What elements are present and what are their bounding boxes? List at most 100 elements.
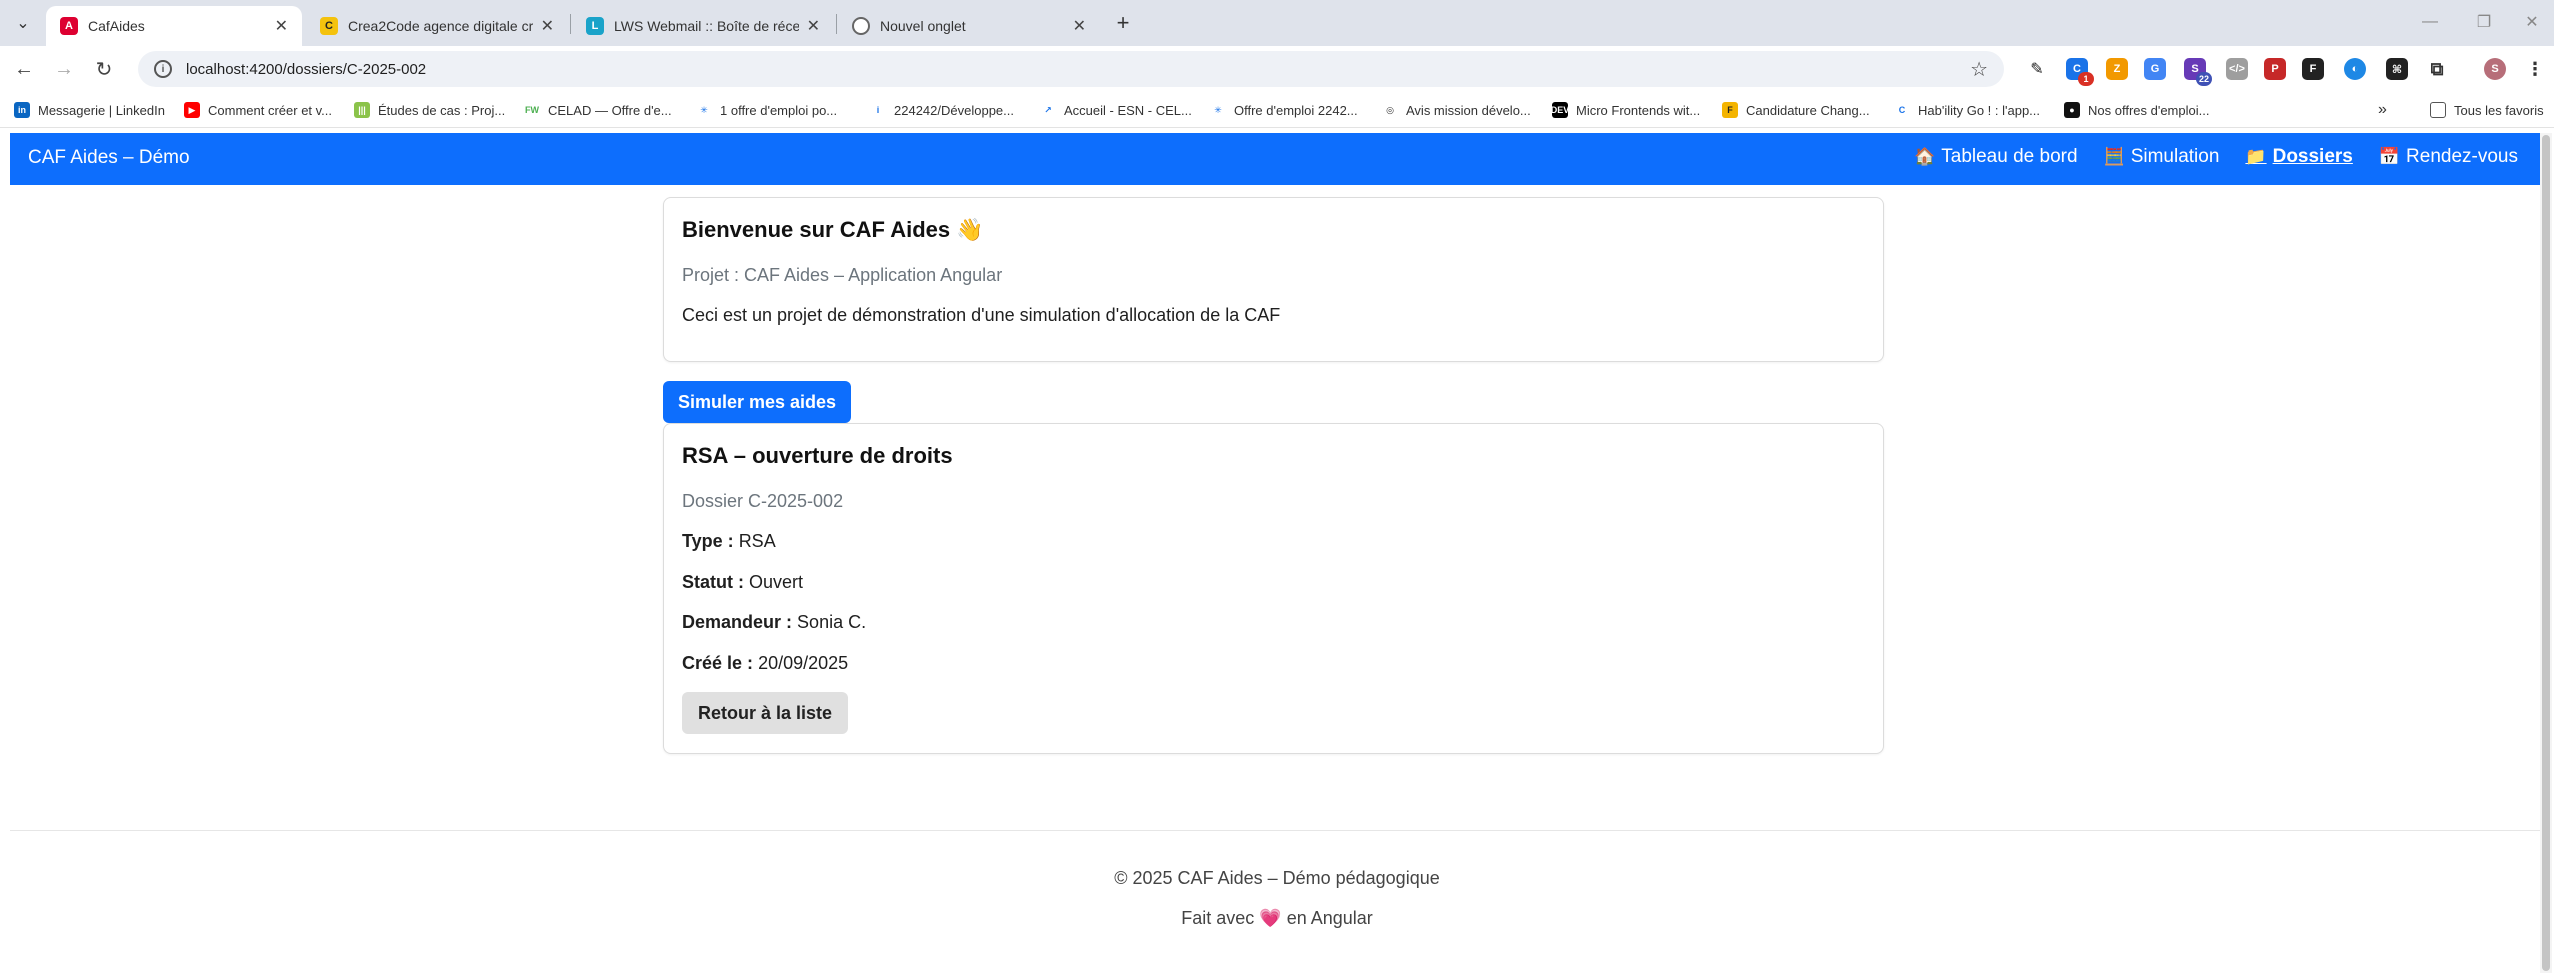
nav-link-tableau-de-bord[interactable]: 🏠 Tableau de bord	[1914, 146, 2077, 168]
footer-copyright: © 2025 CAF Aides – Démo pédagogique	[1114, 868, 1440, 888]
app-brand[interactable]: CAF Aides – Démo	[28, 147, 190, 169]
dossier-detail-card: RSA – ouverture de droits Dossier C-2025…	[663, 423, 1884, 754]
figma-extension-icon[interactable]: F	[2302, 58, 2324, 80]
browser-tab-bar: ⌄ A CafAides ✕ C Crea2Code agence digita…	[0, 0, 2554, 46]
footer-made-with: Fait avec 💗 en Angular	[0, 908, 2554, 929]
bookmark-label: Comment créer et v...	[208, 102, 333, 118]
close-tab-icon[interactable]: ✕	[1073, 16, 1086, 36]
bookmark-item[interactable]: ✳ Offre d'emploi 2242...	[1210, 100, 1358, 120]
extension-badge: 22	[2195, 72, 2212, 86]
tab-new-tab[interactable]: Nouvel onglet ✕	[838, 6, 1100, 46]
bookmark-item[interactable]: ◎ Avis mission dévelo...	[1382, 100, 1531, 120]
dossier-status: Statut : Ouvert	[682, 572, 803, 593]
crea2code-icon: C	[320, 17, 338, 35]
eyedropper-extension-icon[interactable]: ✎	[2026, 58, 2048, 80]
bookmark-item[interactable]: ▶ Comment créer et v...	[184, 100, 332, 120]
extension-icon[interactable]: ◐	[2344, 58, 2366, 80]
tab-lws-webmail[interactable]: L LWS Webmail :: Boîte de récept ✕	[572, 6, 834, 46]
bookmark-item[interactable]: ● Nos offres d'emploi...	[2064, 100, 2209, 120]
tab-search-chevron-icon[interactable]: ⌄	[10, 10, 36, 36]
house-icon: 🏠	[1914, 147, 1936, 166]
bookmark-item[interactable]: ↗ Accueil - ESN - CEL...	[1040, 100, 1192, 120]
close-tab-icon[interactable]: ✕	[541, 16, 554, 36]
extensions-puzzle-icon[interactable]: ⧉	[2426, 58, 2448, 80]
extension-icon[interactable]: </>	[2226, 58, 2248, 80]
bookmark-item[interactable]: ||| Études de cas : Proj...	[354, 100, 505, 120]
folder-icon	[2430, 102, 2446, 118]
nav-label: Rendez-vous	[2406, 146, 2518, 167]
nav-link-simulation[interactable]: 🧮 Simulation	[2104, 146, 2220, 168]
bookmark-item[interactable]: FW CELAD — Offre d'e...	[524, 100, 672, 120]
tab-title: Crea2Code agence digitale crée	[348, 18, 533, 34]
bookmark-item[interactable]: ✳ 1 offre d'emploi po...	[696, 100, 837, 120]
dossier-created: Créé le : 20/09/2025	[682, 653, 848, 674]
close-tab-icon[interactable]: ✕	[275, 16, 288, 36]
linkedin-icon: in	[14, 102, 30, 118]
close-window-icon[interactable]: ✕	[2512, 8, 2552, 36]
extension-icon[interactable]: Z	[2106, 58, 2128, 80]
bookmark-item[interactable]: in Messagerie | LinkedIn	[14, 100, 165, 120]
app-nav-links: 🏠 Tableau de bord 🧮 Simulation 📁 Dossier…	[1888, 146, 2518, 168]
tab-cafaides[interactable]: A CafAides ✕	[46, 6, 302, 46]
tab-separator	[570, 14, 571, 34]
page-scrollbar[interactable]	[2540, 133, 2552, 973]
abacus-icon: 🧮	[2103, 147, 2125, 166]
created-value: 20/09/2025	[758, 653, 849, 673]
forward-arrow-icon[interactable]: →	[50, 55, 78, 83]
bookmark-item[interactable]: DEV Micro Frontends wit...	[1551, 100, 1700, 120]
url-text[interactable]: localhost:4200/dossiers/C-2025-002	[186, 61, 426, 78]
bookmark-label: Tous les favoris	[2454, 102, 2544, 118]
browser-menu-icon[interactable]: ⋮	[2524, 58, 2546, 80]
all-bookmarks-folder[interactable]: Tous les favoris	[2430, 100, 2544, 120]
calendar-icon: 📅	[2378, 147, 2401, 166]
made-with-prefix: Fait avec	[1181, 908, 1255, 928]
back-to-list-button[interactable]: Retour à la liste	[682, 692, 848, 734]
bookmark-site-icon: ◎	[1382, 102, 1398, 118]
browser-toolbar: ← → ↻ i localhost:4200/dossiers/C-2025-0…	[0, 46, 2554, 92]
bookmark-label: Avis mission dévelo...	[1406, 102, 1531, 118]
scrollbar-thumb[interactable]	[2542, 135, 2550, 971]
bookmark-label: Messagerie | LinkedIn	[38, 102, 165, 118]
bookmark-label: Candidature Chang...	[1746, 102, 1870, 118]
tab-crea2code[interactable]: C Crea2Code agence digitale crée ✕	[306, 6, 568, 46]
angular-icon: A	[60, 17, 78, 35]
new-tab-plus-icon[interactable]: +	[1108, 8, 1138, 38]
bookmark-label: Nos offres d'emploi...	[2088, 102, 2210, 118]
bookmark-label: 224242/Développe...	[894, 102, 1014, 118]
back-arrow-icon[interactable]: ←	[10, 55, 38, 83]
extension-icon[interactable]: C1	[2066, 58, 2094, 86]
made-with-suffix: en Angular	[1286, 908, 1373, 928]
tab-title: Nouvel onglet	[880, 18, 966, 34]
address-bar[interactable]: i localhost:4200/dossiers/C-2025-002 ☆	[138, 51, 2004, 87]
simulate-button[interactable]: Simuler mes aides	[663, 381, 851, 423]
bookmark-item[interactable]: C Hab'ility Go ! : l'app...	[1894, 100, 2040, 120]
bookmark-star-icon[interactable]: ☆	[1970, 57, 1988, 82]
bookmark-label: Accueil - ESN - CEL...	[1064, 102, 1192, 118]
project-subtitle: Projet : CAF Aides – Application Angular	[682, 265, 1003, 285]
status-label: Statut :	[682, 572, 744, 592]
extension-icon[interactable]: S 22	[2184, 58, 2212, 86]
tab-title: CafAides	[88, 18, 145, 34]
restore-icon[interactable]: ❐	[2464, 8, 2504, 36]
nav-link-dossiers[interactable]: 📁 Dossiers	[2245, 146, 2352, 168]
close-tab-icon[interactable]: ✕	[807, 16, 820, 36]
minimize-icon[interactable]: —	[2410, 8, 2450, 36]
welcome-card: Bienvenue sur CAF Aides 👋 Projet : CAF A…	[663, 197, 1884, 362]
extension-icon[interactable]: ⌘	[2386, 58, 2408, 80]
nav-label: Dossiers	[2272, 146, 2353, 167]
bookmark-label: CELAD — Offre d'e...	[548, 102, 672, 118]
bookmark-label: Hab'ility Go ! : l'app...	[1918, 102, 2041, 118]
reload-icon[interactable]: ↻	[90, 55, 118, 83]
dev-icon: DEV	[1551, 102, 1569, 118]
bookmark-item[interactable]: i 224242/Développe...	[870, 100, 1014, 120]
bookmark-item[interactable]: F Candidature Chang...	[1722, 100, 1870, 120]
nav-label: Tableau de bord	[1941, 146, 2078, 167]
pdf-extension-icon[interactable]: P	[2264, 58, 2286, 80]
site-info-icon[interactable]: i	[154, 60, 172, 78]
profile-avatar[interactable]: S	[2484, 58, 2506, 80]
footer-divider	[10, 830, 2540, 831]
nav-link-rendez-vous[interactable]: 📅 Rendez-vous	[2379, 146, 2518, 168]
dossier-subtitle: Dossier C-2025-002	[682, 491, 844, 511]
more-bookmarks-icon[interactable]: »	[2378, 100, 2387, 120]
translate-extension-icon[interactable]: G	[2144, 58, 2166, 80]
